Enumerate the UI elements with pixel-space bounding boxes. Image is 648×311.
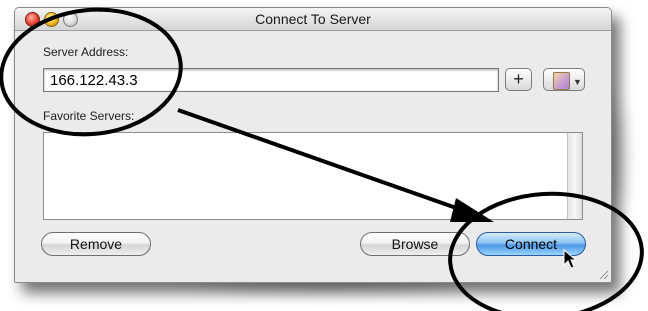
- connect-to-server-window: Connect To Server Server Address: + ▼ Fa…: [14, 7, 612, 283]
- favorite-servers-label: Favorite Servers:: [43, 109, 135, 123]
- recent-servers-icon: [553, 72, 570, 90]
- favorite-servers-scrollbar[interactable]: [567, 133, 582, 219]
- server-address-label: Server Address:: [43, 45, 129, 59]
- plus-icon: +: [513, 69, 524, 89]
- favorite-servers-list[interactable]: [43, 132, 583, 220]
- screenshot-stage: Connect To Server Server Address: + ▼ Fa…: [0, 0, 648, 311]
- chevron-down-icon: ▼: [573, 77, 582, 87]
- window-title: Connect To Server: [255, 11, 371, 27]
- remove-button[interactable]: Remove: [41, 232, 151, 256]
- mouse-pointer-icon: [563, 249, 577, 269]
- title-bar[interactable]: Connect To Server: [15, 8, 611, 31]
- add-to-favorites-button[interactable]: +: [505, 68, 532, 91]
- browse-button[interactable]: Browse: [360, 232, 470, 256]
- recent-servers-button[interactable]: ▼: [543, 68, 585, 91]
- server-address-input[interactable]: [43, 68, 499, 92]
- resize-grip-icon[interactable]: [597, 268, 609, 280]
